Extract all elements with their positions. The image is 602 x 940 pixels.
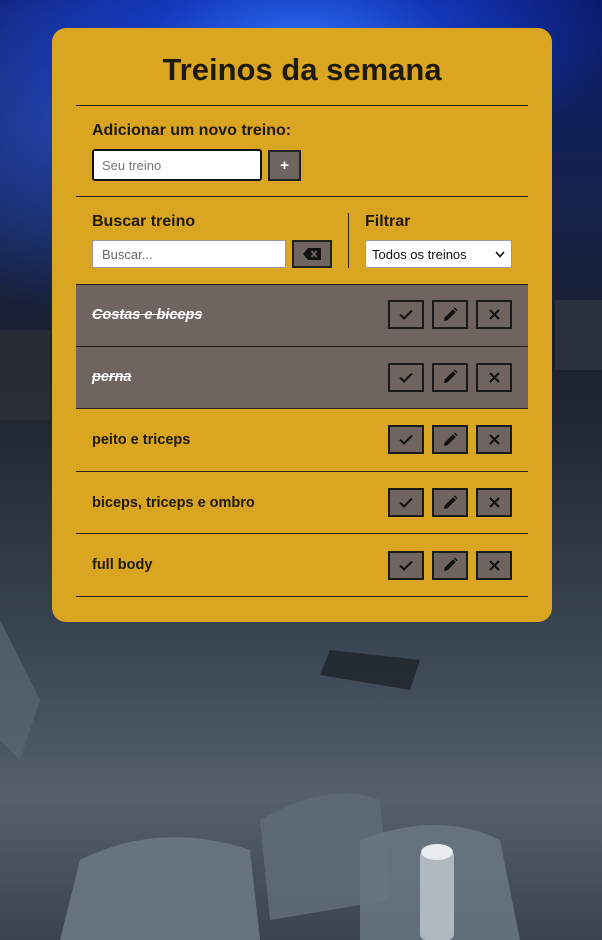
remove-todo-button[interactable]: [476, 550, 512, 580]
todo-input[interactable]: [92, 149, 262, 181]
check-icon: [399, 435, 413, 446]
add-todo-form: Adicionar um novo treino: +: [92, 122, 301, 181]
edit-todo-button[interactable]: [432, 425, 468, 455]
clear-search-button[interactable]: [292, 240, 332, 268]
close-icon: [488, 309, 500, 321]
finish-todo-button[interactable]: [388, 300, 424, 330]
todo-item: Costas e biceps: [76, 284, 528, 347]
todo-item-text: full body: [92, 557, 153, 574]
add-todo-button[interactable]: +: [268, 149, 301, 181]
search-input[interactable]: [92, 240, 286, 268]
todo-item-actions: [388, 425, 512, 455]
finish-todo-button[interactable]: [388, 550, 424, 580]
plus-icon: +: [280, 156, 289, 174]
filter-selected-value: Todos os treinos: [372, 246, 467, 262]
remove-todo-button[interactable]: [476, 300, 512, 330]
todo-list: Costas e biceps perna peito e triceps bi…: [76, 284, 528, 597]
close-icon: [488, 559, 500, 571]
filter-select[interactable]: Todos os treinos: [365, 240, 512, 268]
todo-item: full body: [76, 534, 528, 597]
edit-todo-button[interactable]: [432, 362, 468, 392]
finish-todo-button[interactable]: [388, 488, 424, 518]
todo-item-actions: [388, 550, 512, 580]
remove-todo-button[interactable]: [476, 362, 512, 392]
filter-section: Filtrar Todos os treinos: [365, 213, 512, 268]
remove-todo-button[interactable]: [476, 488, 512, 518]
add-todo-label: Adicionar um novo treino:: [92, 122, 292, 139]
todo-item-actions: [388, 362, 512, 392]
divider: [76, 196, 528, 197]
todo-item-text: perna: [92, 369, 132, 386]
todo-item-actions: [388, 488, 512, 518]
page-title: Treinos da semana: [162, 52, 442, 87]
finish-todo-button[interactable]: [388, 362, 424, 392]
edit-todo-button[interactable]: [432, 300, 468, 330]
pencil-icon: [444, 494, 458, 509]
close-icon: [488, 497, 500, 508]
check-icon: [399, 497, 413, 508]
pencil-icon: [444, 369, 458, 384]
close-icon: [488, 372, 500, 383]
check-icon: [399, 560, 413, 571]
vertical-divider: [348, 213, 349, 268]
search-label: Buscar treino: [92, 213, 196, 230]
divider: [76, 105, 528, 106]
close-icon: [488, 434, 500, 446]
pencil-icon: [444, 557, 458, 572]
todo-item: biceps, triceps e ombro: [76, 472, 528, 535]
backspace-icon: [303, 248, 321, 260]
todo-item-text: biceps, triceps e ombro: [92, 494, 255, 511]
finish-todo-button[interactable]: [388, 425, 424, 455]
todo-item: perna: [76, 346, 528, 410]
check-icon: [399, 372, 413, 383]
search-section: Buscar treino: [92, 213, 332, 268]
todo-item: peito e triceps: [76, 409, 528, 472]
filter-label: Filtrar: [365, 213, 411, 230]
check-icon: [399, 310, 413, 321]
chevron-down-icon: [495, 250, 505, 258]
todo-card: Treinos da semana Adicionar um novo trei…: [52, 28, 552, 622]
pencil-icon: [444, 432, 458, 446]
divider: [76, 284, 528, 285]
todo-item-actions: [388, 300, 512, 330]
todo-item-text: peito e triceps: [92, 431, 191, 448]
todo-item-text: Costas e biceps: [92, 306, 203, 323]
remove-todo-button[interactable]: [476, 425, 512, 455]
edit-todo-button[interactable]: [432, 488, 468, 518]
pencil-icon: [444, 307, 458, 321]
edit-todo-button[interactable]: [432, 550, 468, 580]
